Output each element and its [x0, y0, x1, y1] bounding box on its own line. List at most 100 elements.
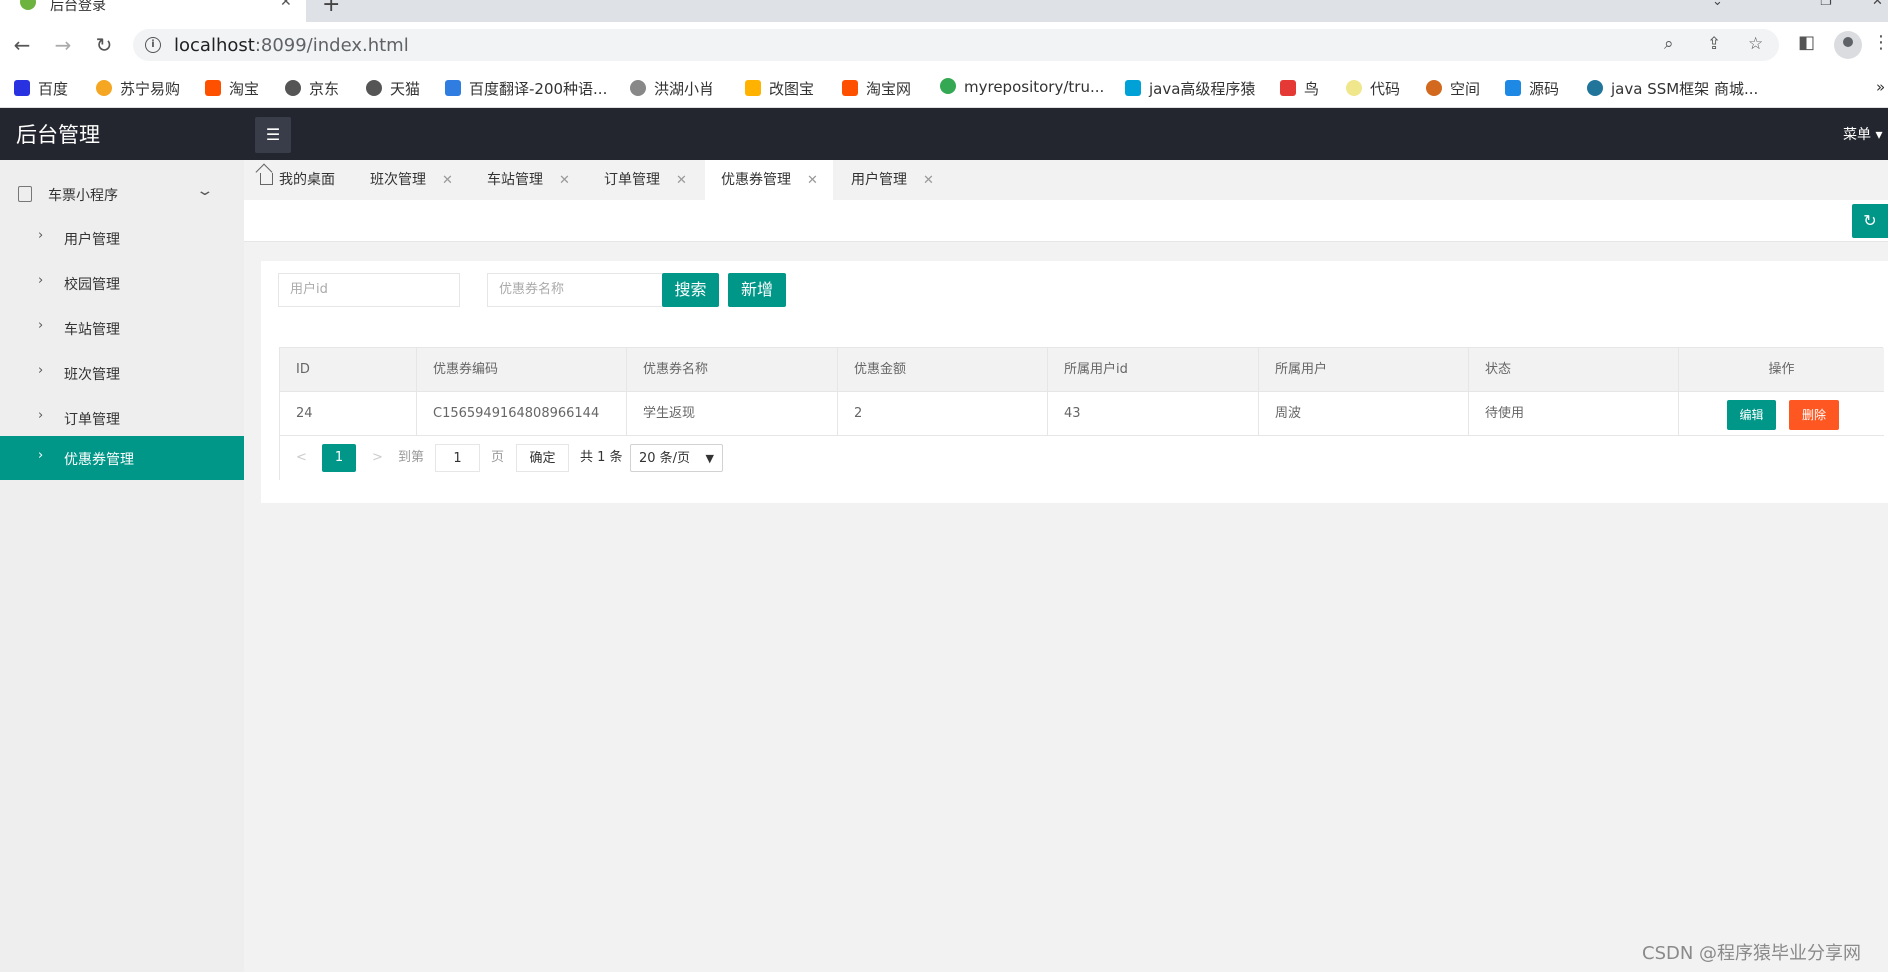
- bookmark-item[interactable]: 洪湖小肖: [630, 78, 714, 98]
- sidebar-item-label: 订单管理: [64, 412, 120, 428]
- close-icon[interactable]: ✕: [559, 173, 570, 188]
- goto-page-input[interactable]: 1: [435, 444, 480, 472]
- close-window-icon[interactable]: ✕: [1872, 0, 1883, 9]
- cell-status: 待使用: [1469, 392, 1679, 436]
- refresh-icon[interactable]: ↻: [1852, 204, 1888, 238]
- suning-icon: [96, 80, 112, 96]
- tab-orders[interactable]: 订单管理 ✕: [604, 160, 687, 200]
- close-icon[interactable]: ✕: [923, 173, 934, 188]
- bookmark-label: 百度: [38, 80, 69, 98]
- address-bar[interactable]: i localhost:8099/index.html ⌕ ⇪ ☆: [133, 29, 1779, 61]
- bookmarks-more[interactable]: »: [1876, 78, 1885, 98]
- bookmark-item[interactable]: 苏宁易购: [96, 78, 180, 98]
- add-button[interactable]: 新增: [728, 273, 786, 307]
- browser-tab[interactable]: 后台登录 ✕: [0, 0, 306, 22]
- share-icon[interactable]: ⇪: [1707, 34, 1721, 54]
- chevron-right-icon: ›: [38, 448, 44, 463]
- bookmark-item[interactable]: myrepository/tru...: [940, 78, 1104, 98]
- chevron-down-icon[interactable]: ⌄: [1712, 0, 1723, 9]
- wordpress-icon: [1587, 80, 1603, 96]
- restore-window-icon[interactable]: ❐: [1820, 0, 1832, 9]
- back-icon[interactable]: ←: [8, 31, 36, 59]
- main-content: 我的桌面 班次管理 ✕ 车站管理 ✕ 订单管理 ✕ 优惠券管理 ✕ 用户管理 ✕ ↻ 用户…: [244, 160, 1888, 972]
- forward-icon[interactable]: →: [49, 31, 77, 59]
- new-tab-icon[interactable]: +: [322, 0, 340, 17]
- bookmark-item[interactable]: 代码: [1346, 78, 1400, 98]
- edit-button[interactable]: 编辑: [1727, 400, 1776, 430]
- table-header-row: ID 优惠券编码 优惠券名称 优惠金额 所属用户id 所属用户 状态 操作: [280, 348, 1884, 392]
- sidebar-item-campus[interactable]: › 校园管理: [0, 261, 244, 305]
- page-number-current[interactable]: 1: [322, 444, 356, 472]
- cell-amount: 2: [838, 392, 1048, 436]
- address-url[interactable]: localhost:8099/index.html: [174, 35, 409, 56]
- tab-label: 我的桌面: [279, 172, 335, 188]
- bookmark-item[interactable]: 空间: [1426, 78, 1480, 98]
- sidebar-item-label: 校园管理: [64, 277, 120, 293]
- star-icon[interactable]: ☆: [1748, 34, 1763, 54]
- bookmark-item[interactable]: 源码: [1505, 78, 1559, 98]
- side-panel-icon[interactable]: ◧: [1798, 32, 1815, 53]
- sidebar-item-label: 车站管理: [64, 322, 120, 338]
- browser-tab-title: 后台登录: [50, 0, 106, 14]
- header-menu[interactable]: 菜单 ▾: [1843, 124, 1882, 144]
- close-icon[interactable]: ✕: [807, 173, 818, 188]
- close-icon[interactable]: ✕: [442, 173, 453, 188]
- bookmark-label: 天猫: [390, 80, 421, 98]
- sidebar-item-coupons[interactable]: › 优惠券管理: [0, 436, 244, 480]
- close-icon[interactable]: ✕: [676, 173, 687, 188]
- bookmark-item[interactable]: 百度: [14, 78, 68, 98]
- chevron-down-icon: ⌄: [195, 183, 215, 199]
- bookmark-label: 京东: [309, 80, 340, 98]
- coupon-name-input[interactable]: 优惠券名称: [487, 273, 669, 307]
- tab-home[interactable]: 我的桌面: [260, 160, 335, 200]
- chevron-right-icon: ›: [38, 318, 44, 333]
- reload-icon[interactable]: ↻: [90, 31, 118, 59]
- bookmark-item[interactable]: 鸟: [1280, 78, 1319, 98]
- hamburger-menu-icon[interactable]: ☰: [255, 117, 291, 153]
- total-count: 共 1 条: [580, 450, 623, 465]
- col-header: 状态: [1469, 348, 1679, 392]
- bookmark-label: 洪湖小肖: [654, 80, 715, 98]
- tab-label: 优惠券管理: [721, 172, 791, 188]
- profile-avatar-icon[interactable]: [1834, 31, 1862, 59]
- browser-tabstrip: 后台登录 ✕ + ⌄ ❐ ✕: [0, 0, 1888, 22]
- col-header: 优惠券编码: [417, 348, 627, 392]
- spring-leaf-icon: [20, 0, 36, 10]
- bookmark-item[interactable]: 淘宝网: [842, 78, 911, 98]
- next-page-icon[interactable]: >: [372, 444, 383, 472]
- taobao-icon: [205, 80, 221, 96]
- delete-button[interactable]: 删除: [1789, 400, 1839, 430]
- close-icon[interactable]: ✕: [280, 0, 292, 10]
- sidebar-item-users[interactable]: › 用户管理: [0, 216, 244, 260]
- bookmark-item[interactable]: 天猫: [366, 78, 420, 98]
- prev-page-icon[interactable]: <: [296, 444, 307, 472]
- tab-schedules[interactable]: 班次管理 ✕: [370, 160, 453, 200]
- tab-stations[interactable]: 车站管理 ✕: [487, 160, 570, 200]
- bookmark-item[interactable]: 淘宝: [205, 78, 259, 98]
- page-size-select[interactable]: 20 条/页 ▼: [630, 444, 723, 472]
- sidebar-item-stations[interactable]: › 车站管理: [0, 306, 244, 350]
- bookmark-item[interactable]: java SSM框架 商城...: [1587, 78, 1758, 98]
- site-info-icon[interactable]: i: [145, 37, 161, 53]
- bird-icon: [630, 80, 646, 96]
- globe-icon: [366, 80, 382, 96]
- more-menu-icon[interactable]: ⋮: [1872, 32, 1888, 53]
- bookmark-item[interactable]: 京东: [285, 78, 339, 98]
- tab-users[interactable]: 用户管理 ✕: [851, 160, 934, 200]
- bookmark-item[interactable]: 百度翻译-200种语...: [445, 78, 607, 98]
- sidebar-item-schedules[interactable]: › 班次管理: [0, 351, 244, 395]
- search-button[interactable]: 搜索: [662, 273, 719, 307]
- sidebar-group-ticket-app[interactable]: 车票小程序 ⌄: [0, 172, 244, 216]
- user-id-input[interactable]: 用户id: [278, 273, 460, 307]
- tab-coupons[interactable]: 优惠券管理 ✕: [705, 160, 833, 200]
- sidebar-item-orders[interactable]: › 订单管理: [0, 396, 244, 440]
- zoom-icon[interactable]: ⌕: [1664, 34, 1674, 54]
- bookmarks-bar: 百度 苏宁易购 淘宝 京东 天猫 百度翻译-200种语... 洪湖小肖 改图宝 …: [0, 68, 1888, 108]
- bookmark-label: myrepository/tru...: [964, 78, 1105, 96]
- tab-label: 车站管理: [487, 172, 543, 188]
- sidebar-group-label: 车票小程序: [48, 188, 118, 204]
- bookmark-item[interactable]: java高级程序猿: [1125, 78, 1255, 98]
- bookmark-item[interactable]: 改图宝: [745, 78, 814, 98]
- goto-confirm-button[interactable]: 确定: [516, 444, 569, 472]
- watermark: CSDN @程序猿毕业分享网: [1642, 943, 1862, 964]
